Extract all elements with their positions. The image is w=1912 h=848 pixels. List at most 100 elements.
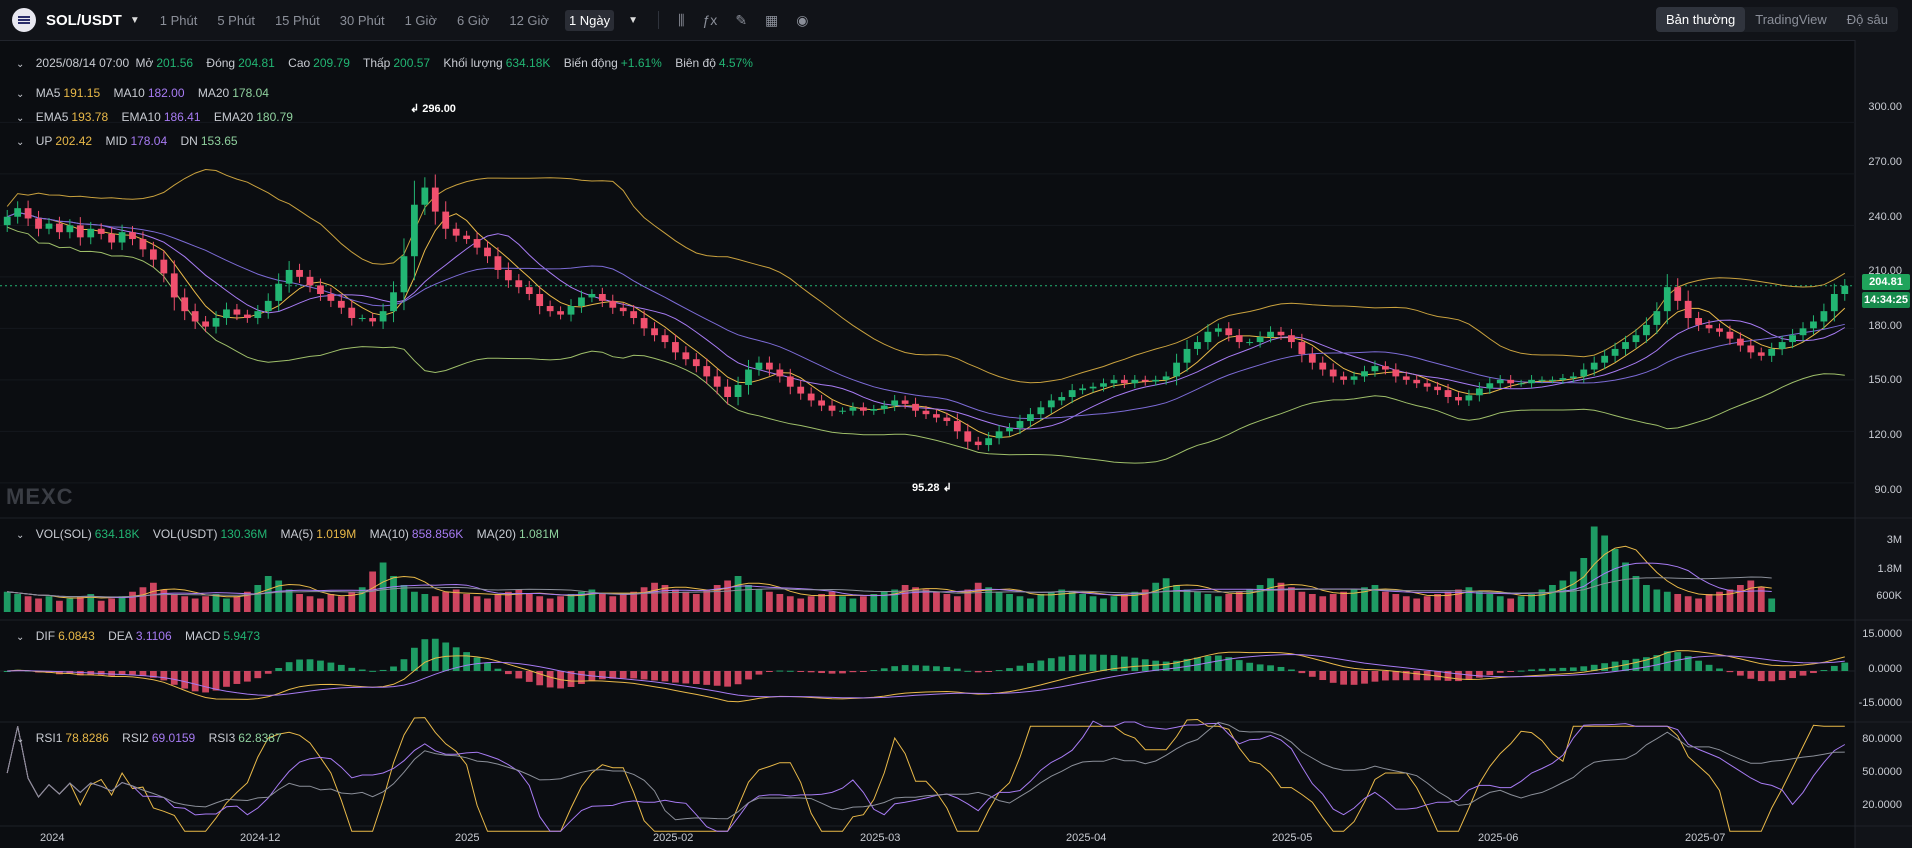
collapse-icon[interactable]: ⌄: [16, 89, 24, 100]
candle-body: [1820, 311, 1828, 322]
candle-body: [306, 276, 314, 286]
volume-bar: [609, 596, 617, 612]
rsi2-label: RSI2: [122, 731, 149, 745]
macd-histogram-bar: [1340, 671, 1348, 685]
candle-body: [139, 239, 147, 250]
macd-histogram-bar: [1726, 671, 1734, 673]
volume-bar: [1486, 594, 1494, 612]
macd-histogram-bar: [672, 671, 679, 683]
candle-body: [76, 225, 84, 238]
chart-canvas[interactable]: [0, 0, 1912, 848]
volume-bar: [870, 594, 878, 612]
candle-body: [609, 300, 617, 308]
macd-histogram-bar: [191, 671, 199, 692]
macd-histogram-bar: [1768, 671, 1776, 682]
candle-body: [14, 208, 22, 217]
candle-body: [651, 328, 658, 336]
collapse-icon[interactable]: ⌄: [16, 734, 24, 745]
date-tick: 2024-12: [240, 832, 281, 844]
macd-histogram-bar: [327, 662, 335, 671]
macd-histogram-bar: [1120, 656, 1128, 671]
macd-histogram-bar: [525, 671, 533, 682]
volume-bar: [223, 598, 230, 612]
collapse-icon[interactable]: ⌄: [16, 530, 24, 541]
candle-body: [1486, 383, 1494, 389]
macd-histogram-bar: [1810, 671, 1817, 674]
volume-bar: [1736, 585, 1744, 612]
volume-bar: [1120, 594, 1128, 612]
candle-body: [1162, 376, 1170, 380]
boll-up-label: UP: [35, 134, 53, 148]
candle-body: [87, 228, 95, 238]
macd-histogram-bar: [776, 670, 784, 672]
macd-histogram-bar: [755, 671, 763, 675]
candle-body: [567, 306, 575, 315]
macd-histogram-bar: [734, 671, 742, 685]
candle-body: [45, 223, 53, 229]
macd-histogram-bar: [1308, 671, 1316, 677]
volume-bar: [828, 591, 836, 612]
candle-body: [1381, 366, 1389, 370]
candle-body: [859, 407, 867, 411]
ma5-line: [7, 211, 1846, 439]
volume-bar: [598, 594, 606, 612]
candle-body: [974, 441, 982, 446]
candle-body: [1810, 321, 1817, 329]
volume-bar: [1423, 596, 1431, 612]
macd-histogram-bar: [630, 671, 638, 679]
vol-usdt-value: 130.36M: [220, 527, 268, 541]
macd-histogram-bar: [400, 659, 408, 671]
volume-bar: [296, 594, 303, 612]
candle-body: [964, 431, 972, 442]
collapse-icon[interactable]: ⌄: [16, 113, 24, 124]
candle-body: [953, 421, 961, 432]
volume-bar: [1705, 594, 1713, 612]
volume-bar: [317, 598, 324, 612]
macd-histogram-bar: [1371, 671, 1379, 682]
macd-histogram-bar: [1716, 668, 1723, 671]
volume-bar: [818, 594, 825, 612]
price-tick: 240.00: [1868, 211, 1902, 223]
candle-body: [1340, 376, 1348, 380]
candle-body: [546, 306, 554, 312]
volume-bar: [233, 596, 241, 612]
candle-body: [1110, 379, 1118, 384]
macd-histogram-bar: [484, 662, 491, 671]
volume-ma5-line: [7, 545, 1772, 599]
volume-bar: [849, 598, 857, 612]
volume-bar: [546, 598, 554, 612]
date-tick: 2025-06: [1478, 832, 1519, 844]
collapse-icon[interactable]: ⌄: [16, 137, 24, 148]
macd-histogram-bar: [1068, 655, 1076, 671]
macd-histogram-bar: [1298, 671, 1306, 674]
macd-histogram-bar: [1841, 662, 1849, 671]
ma20-value: 178.04: [232, 86, 269, 100]
ema10-label: EMA10: [121, 110, 161, 124]
candle-body: [191, 311, 199, 322]
collapse-icon[interactable]: ⌄: [16, 632, 24, 643]
dea-value: 3.1106: [135, 629, 172, 643]
volume-bar: [1016, 596, 1024, 612]
volume-bar: [995, 591, 1003, 612]
open-value: 201.56: [156, 56, 194, 70]
ma5-label: MA5: [35, 86, 61, 100]
price-tick: 300.00: [1868, 101, 1902, 113]
volume-tick: 1.8M: [1877, 563, 1902, 575]
macd-histogram-bar: [828, 671, 836, 674]
boll-dn-value: 153.65: [200, 134, 238, 148]
price-tick: 180.00: [1868, 320, 1902, 332]
volume-bar: [1622, 562, 1629, 612]
candle-body: [369, 318, 377, 322]
boll-dn-label: DN: [180, 134, 198, 148]
macd-histogram-bar: [1580, 666, 1588, 671]
volume-bar: [1110, 596, 1118, 612]
candle-body: [160, 259, 168, 274]
rsi1-value: 78.8286: [65, 731, 109, 745]
candle-body: [1392, 369, 1400, 377]
macd-histogram-bar: [463, 652, 471, 671]
volume-bar: [557, 596, 564, 612]
collapse-icon[interactable]: ⌄: [16, 59, 24, 70]
volume-bar: [1288, 587, 1295, 612]
volume-bar: [567, 594, 575, 612]
candle-body: [1246, 342, 1254, 344]
